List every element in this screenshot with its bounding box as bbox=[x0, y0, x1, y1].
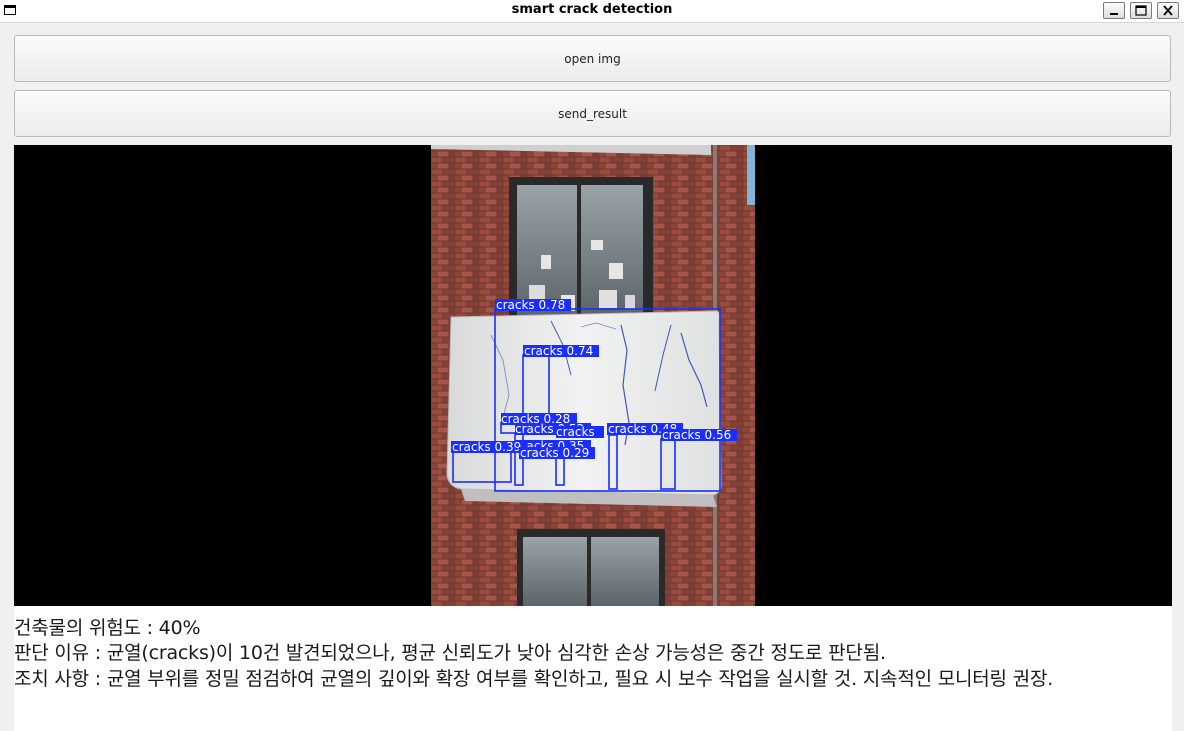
open-image-button[interactable]: open img bbox=[14, 35, 1171, 82]
detection-label: cracks 0.29 bbox=[520, 446, 589, 460]
minimize-icon bbox=[1110, 13, 1118, 15]
reason-text: 판단 이유 : 균열(cracks)이 10건 발견되었으나, 평균 신뢰도가 … bbox=[14, 642, 886, 664]
maximize-button[interactable] bbox=[1130, 2, 1152, 19]
detection-label: cracks 0.56 bbox=[662, 428, 731, 442]
window-title: smart crack detection bbox=[511, 2, 673, 17]
action-text: 조치 사항 : 균열 부위를 정밀 점검하여 균열의 깊이와 확장 여부를 확인… bbox=[14, 668, 1054, 690]
detection-label: cracks 0.74 bbox=[524, 344, 593, 358]
send-result-button[interactable]: send_result bbox=[14, 90, 1171, 137]
close-icon bbox=[1163, 5, 1173, 16]
detection-label: cracks 0.39 bbox=[452, 440, 521, 454]
detection-label: cracks 0.78 bbox=[496, 298, 565, 312]
title-bar[interactable]: smart crack detection bbox=[0, 0, 1184, 23]
maximize-icon bbox=[1135, 5, 1147, 16]
risk-level-text: 건축물의 위험도 : 40% bbox=[14, 617, 201, 639]
close-button[interactable] bbox=[1157, 2, 1179, 19]
app-window: smart crack detection open img send_resu… bbox=[0, 0, 1184, 731]
detection-label: cracks bbox=[556, 425, 595, 439]
detection-image: cracks 0.78 cracks 0.74 cracks 0.28 crac… bbox=[431, 145, 755, 606]
minimize-button[interactable] bbox=[1103, 2, 1125, 19]
